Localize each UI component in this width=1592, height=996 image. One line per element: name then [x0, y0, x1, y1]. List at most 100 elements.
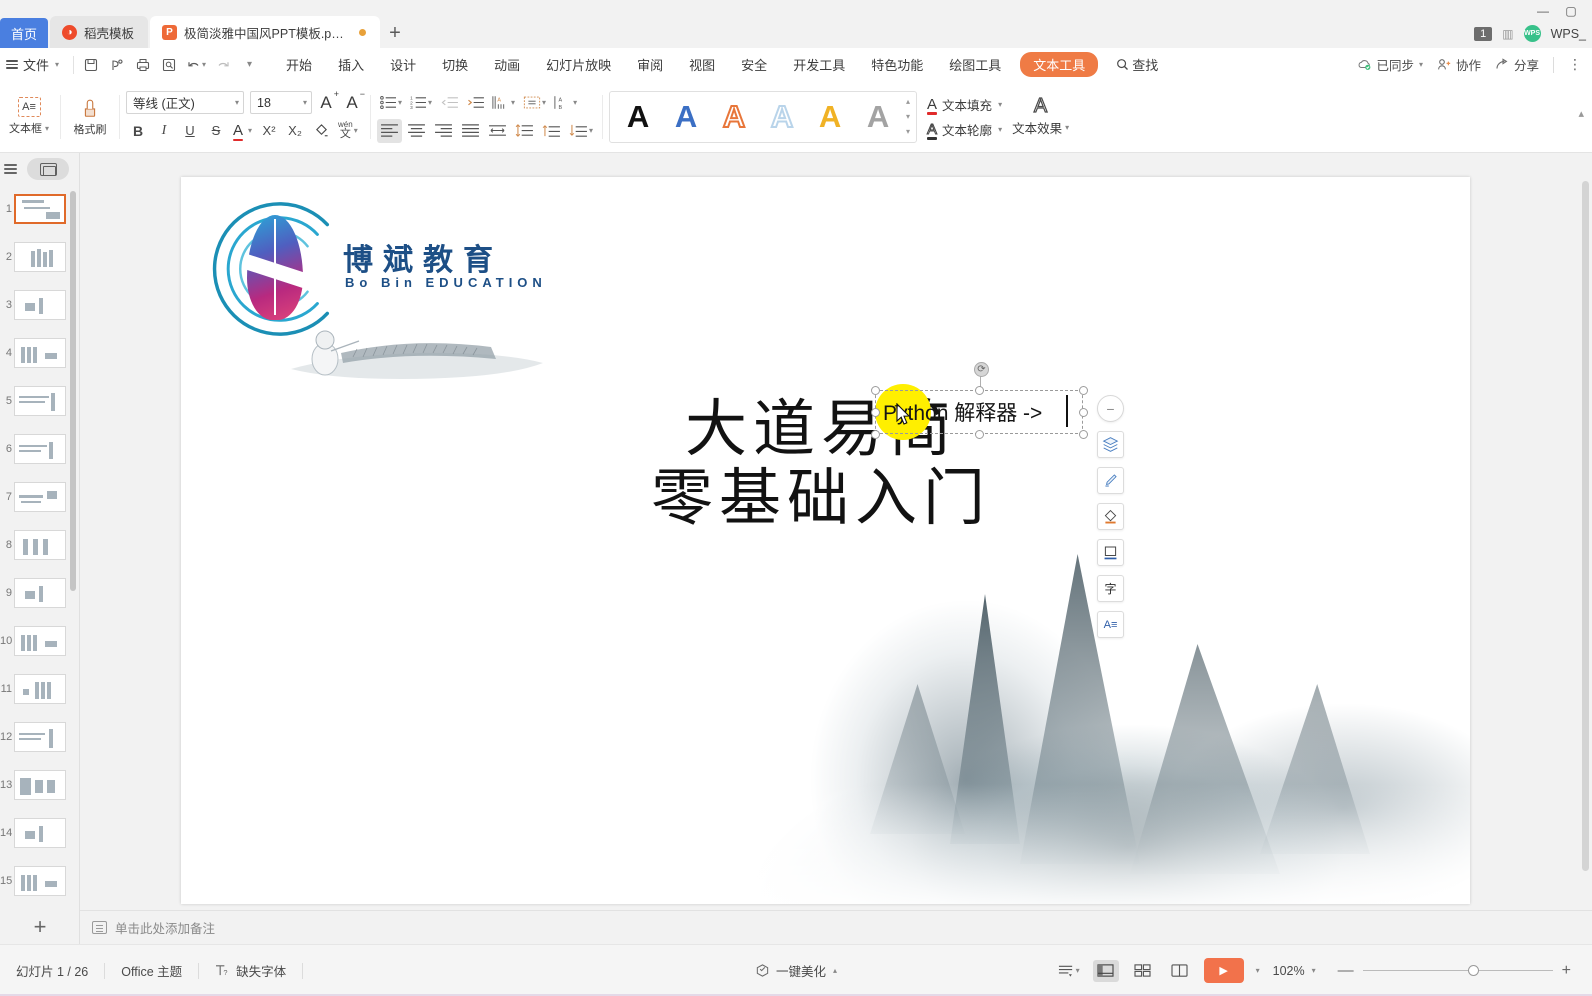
superscript-button[interactable]: X²	[257, 119, 281, 143]
subscript-button[interactable]: X₂	[283, 119, 307, 143]
menu-tab-animation[interactable]: 动画	[481, 51, 533, 78]
text-convert-icon[interactable]: 字	[1097, 575, 1124, 602]
print-icon[interactable]	[131, 53, 155, 77]
resize-handle-s[interactable]	[975, 430, 984, 439]
text-format-icon[interactable]: A≡	[1097, 611, 1124, 638]
view-options-button[interactable]: ▾	[1056, 960, 1082, 982]
sidebar-slide-14[interactable]: 14	[0, 809, 80, 857]
slide-thumbnail[interactable]	[14, 290, 66, 320]
text-fill-button[interactable]: A 文本填充 ▾	[927, 95, 1002, 115]
zoom-track[interactable]	[1362, 964, 1553, 976]
resize-handle-w[interactable]	[871, 408, 880, 417]
format-painter-button[interactable]: 格式刷	[67, 97, 113, 137]
sidebar-scrollbar[interactable]	[70, 191, 76, 591]
slide-thumbnail[interactable]	[14, 434, 66, 464]
bullets-button[interactable]: ▾	[377, 91, 405, 115]
wordart-style-6[interactable]: A	[856, 95, 900, 139]
theme-indicator[interactable]: Office 主题	[105, 960, 198, 982]
reading-view-button[interactable]	[1167, 960, 1193, 982]
export-pdf-icon[interactable]	[105, 53, 129, 77]
strikethrough-button[interactable]: S	[204, 119, 228, 143]
menu-tab-features[interactable]: 特色功能	[858, 51, 936, 78]
missing-font-indicator[interactable]: ? 缺失字体	[199, 960, 302, 982]
brush-icon[interactable]	[1097, 467, 1124, 494]
layers-icon[interactable]	[1097, 431, 1124, 458]
pinyin-guide-button[interactable]: wén 文 ▾	[335, 119, 361, 143]
menu-tab-review[interactable]: 审阅	[624, 51, 676, 78]
align-justify-button[interactable]	[458, 119, 483, 143]
menu-tab-insert[interactable]: 插入	[325, 51, 377, 78]
find-button[interactable]: 查找	[1116, 55, 1158, 74]
shape-outline-icon[interactable]	[1097, 539, 1124, 566]
numbering-button[interactable]: 123 ▾	[407, 91, 435, 115]
slide-thumbnail[interactable]	[14, 578, 66, 608]
tab-presentation-file[interactable]: P 极简淡雅中国风PPT模板.pptx	[150, 16, 381, 48]
sidebar-slide-6[interactable]: 6	[0, 425, 80, 473]
tab-list-icon[interactable]: ▥	[1502, 27, 1513, 41]
slide-thumbnail[interactable]	[14, 626, 66, 656]
resize-handle-se[interactable]	[1079, 430, 1088, 439]
line-spacing-button[interactable]	[512, 119, 537, 143]
menu-tab-design[interactable]: 设计	[377, 51, 429, 78]
zoom-out-button[interactable]: —	[1329, 962, 1363, 980]
beautify-button[interactable]: 一键美化 ▴	[755, 961, 837, 980]
zoom-knob[interactable]	[1467, 964, 1479, 976]
collaborate-button[interactable]: 协作	[1437, 55, 1481, 74]
collapse-rail-button[interactable]: −	[1097, 395, 1124, 422]
cloud-sync-button[interactable]: 已同步 ▾	[1357, 55, 1423, 74]
align-right-button[interactable]	[431, 119, 456, 143]
menu-tab-view[interactable]: 视图	[676, 51, 728, 78]
slide-sorter-button[interactable]	[1130, 960, 1156, 982]
slide-thumbnail[interactable]	[14, 530, 66, 560]
font-size-combo[interactable]: 18 ▾	[250, 91, 312, 114]
sidebar-slide-5[interactable]: 5	[0, 377, 80, 425]
resize-handle-sw[interactable]	[871, 430, 880, 439]
resize-handle-e[interactable]	[1079, 408, 1088, 417]
new-tab-button[interactable]: +	[380, 18, 410, 48]
menu-tab-text-tools[interactable]: 文本工具	[1020, 52, 1099, 77]
sidebar-slide-12[interactable]: 12	[0, 713, 80, 761]
underline-button[interactable]: U	[178, 119, 202, 143]
align-text-button[interactable]: ▾	[520, 91, 549, 115]
slide-thumbnail[interactable]	[14, 722, 66, 752]
slide-thumbnail[interactable]	[14, 674, 66, 704]
slide-counter[interactable]: 幻灯片 1 / 26	[0, 960, 104, 982]
italic-button[interactable]: I	[152, 119, 176, 143]
print-preview-icon[interactable]	[157, 53, 181, 77]
distribute-button[interactable]	[485, 119, 510, 143]
sidebar-slide-13[interactable]: 13	[0, 761, 80, 809]
decrease-font-size-button[interactable]: A −	[340, 89, 365, 115]
slide-thumbnail[interactable]	[14, 194, 66, 224]
slide-thumbnail[interactable]	[14, 338, 66, 368]
sidebar-slide-9[interactable]: 9	[0, 569, 80, 617]
resize-handle-nw[interactable]	[871, 386, 880, 395]
sidebar-slide-7[interactable]: 7	[0, 473, 80, 521]
start-slideshow-button[interactable]: ▶	[1203, 958, 1244, 983]
sidebar-slide-3[interactable]: 3	[0, 281, 80, 329]
zoom-level-button[interactable]: 102% ▾	[1271, 960, 1318, 982]
sidebar-slide-8[interactable]: 8	[0, 521, 80, 569]
menu-tab-slideshow[interactable]: 幻灯片放映	[533, 51, 624, 78]
sidebar-slide-2[interactable]: 2	[0, 233, 80, 281]
wordart-style-3[interactable]: A	[712, 95, 756, 139]
maximize-button[interactable]: ▢	[1558, 2, 1584, 20]
columns-button[interactable]: AB ▾	[551, 91, 580, 115]
decrease-indent-button[interactable]	[437, 91, 461, 115]
font-color-button[interactable]: A ▾	[230, 119, 255, 143]
rotate-handle[interactable]: ⟳	[974, 362, 989, 377]
tab-count-badge[interactable]: 1	[1474, 26, 1493, 41]
share-button[interactable]: 分享	[1495, 55, 1539, 74]
slide-thumbnail[interactable]	[14, 386, 66, 416]
space-after-button[interactable]: ▾	[566, 119, 596, 143]
slide-thumbnail[interactable]	[14, 818, 66, 848]
wordart-style-5[interactable]: A	[808, 95, 852, 139]
slide-list[interactable]: 1 2 3 4 5 6 7 8 9 10 11 12 13 14 15	[0, 185, 80, 910]
sidebar-slide-15[interactable]: 15	[0, 857, 80, 905]
sidebar-slide-10[interactable]: 10	[0, 617, 80, 665]
menu-tab-security[interactable]: 安全	[728, 51, 780, 78]
increase-font-size-button[interactable]: A +	[314, 89, 339, 115]
tab-template-store[interactable]: ◑ 稻壳模板	[50, 16, 149, 48]
slide-thumbnail[interactable]	[14, 242, 66, 272]
menu-tab-start[interactable]: 开始	[273, 51, 325, 78]
resize-handle-ne[interactable]	[1079, 386, 1088, 395]
